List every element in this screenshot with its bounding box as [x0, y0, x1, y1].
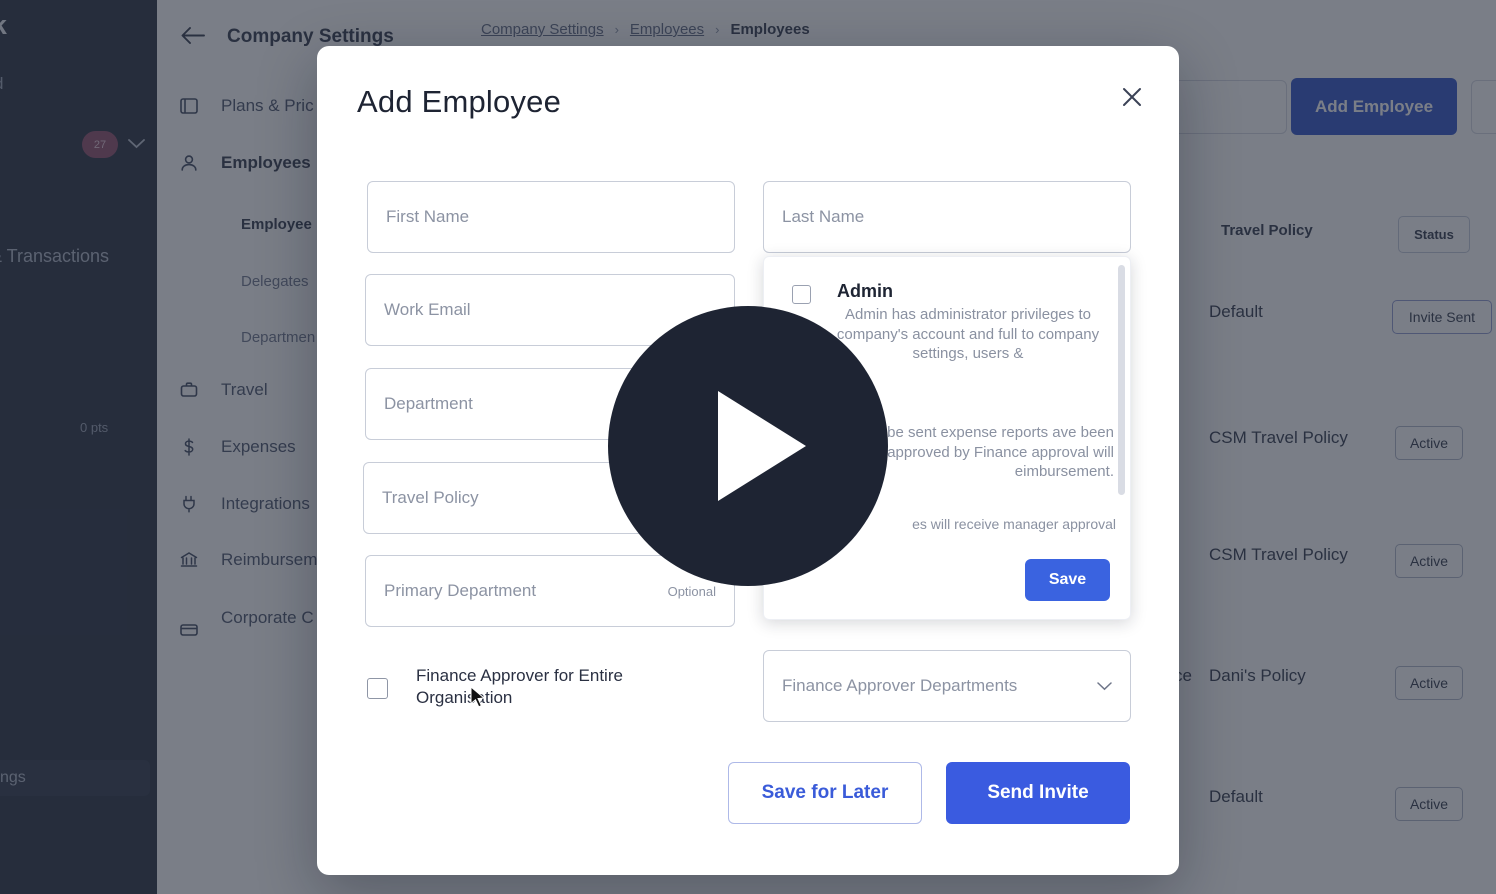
role-panel-scrollbar[interactable]: [1118, 265, 1125, 495]
primary-department-optional-hint: Optional: [667, 583, 716, 599]
first-name-field[interactable]: First Name: [367, 181, 735, 253]
modal-title: Add Employee: [357, 84, 562, 119]
role-admin-description: Admin has administrator privileges to co…: [836, 306, 1100, 362]
first-name-placeholder: First Name: [386, 207, 470, 226]
role-admin-label: Admin: [837, 281, 893, 301]
play-icon[interactable]: [608, 306, 888, 586]
finance-approver-departments-select[interactable]: Finance Approver Departments: [763, 650, 1131, 722]
role-save-button[interactable]: Save: [1025, 559, 1110, 601]
last-name-placeholder: Last Name: [782, 207, 865, 226]
chevron-down-icon[interactable]: [1097, 678, 1112, 695]
send-invite-button[interactable]: Send Invite: [946, 762, 1130, 824]
save-for-later-button[interactable]: Save for Later: [728, 762, 922, 824]
finance-approver-checkbox[interactable]: [367, 678, 388, 699]
department-placeholder: Department: [384, 394, 473, 413]
work-email-placeholder: Work Email: [384, 300, 471, 319]
finance-approver-departments-placeholder: Finance Approver Departments: [782, 676, 1018, 695]
travel-policy-placeholder: Travel Policy: [382, 488, 479, 507]
screen-root: ank d 27 & Transactions 0 pts ngs Compan…: [0, 0, 1496, 894]
play-triangle: [718, 391, 806, 501]
close-icon[interactable]: [1117, 82, 1147, 112]
last-name-field[interactable]: Last Name: [763, 181, 1131, 253]
role-admin-checkbox[interactable]: [792, 285, 811, 304]
primary-department-placeholder: Primary Department: [384, 581, 537, 600]
finance-approver-label: Finance Approver for Entire Organisation: [416, 666, 623, 707]
